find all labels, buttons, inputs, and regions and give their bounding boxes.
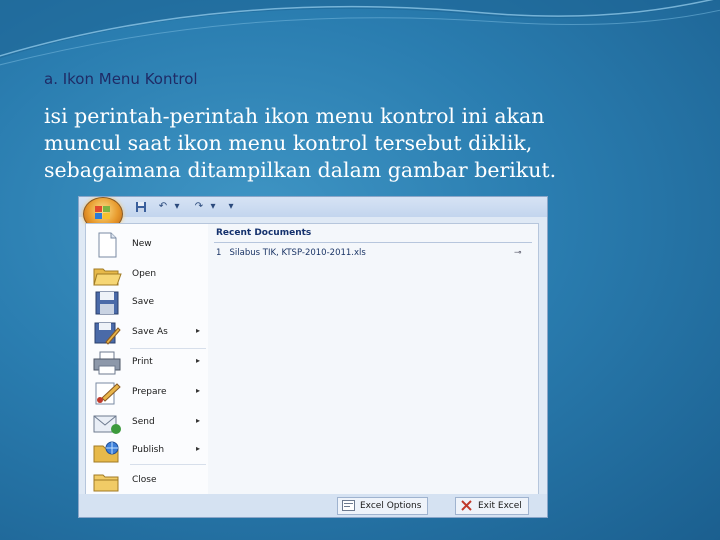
- menu-item-prepare[interactable]: Prepare ▸: [86, 378, 208, 406]
- recent-documents-heading: Recent Documents: [216, 228, 312, 238]
- office-menu-footer: Excel Options Exit Excel: [79, 494, 547, 517]
- excel-options-button[interactable]: Excel Options: [337, 497, 429, 515]
- close-icon: [461, 500, 472, 511]
- send-icon: [93, 415, 121, 434]
- chevron-down-icon[interactable]: ▾: [171, 201, 183, 213]
- recent-document-name: Silabus TIK, KTSP-2010-2011.xls: [229, 248, 366, 258]
- menu-item-save[interactable]: Save: [86, 288, 208, 316]
- pin-icon[interactable]: ⊸: [514, 248, 522, 258]
- submenu-arrow-icon: ▸: [196, 444, 201, 453]
- office-menu-commands: New Open Save Save As ▸ Print ▸ Prepare …: [85, 223, 209, 495]
- menu-item-label: New: [132, 239, 152, 249]
- menu-item-label: Prepare: [132, 387, 167, 397]
- menu-item-new[interactable]: New: [86, 230, 208, 258]
- save-as-icon: [94, 322, 121, 345]
- recent-documents-panel: Recent Documents 1 Silabus TIK, KTSP-201…: [208, 223, 539, 495]
- menu-item-label: Print: [132, 357, 153, 367]
- menu-item-open[interactable]: Open: [86, 260, 208, 288]
- menu-item-publish[interactable]: Publish ▸: [86, 436, 208, 464]
- menu-item-save-as[interactable]: Save As ▸: [86, 318, 208, 346]
- chevron-down-icon[interactable]: ▾: [207, 201, 219, 213]
- menu-item-label: Save: [132, 297, 155, 307]
- menu-item-label: Open: [132, 269, 157, 279]
- prepare-icon: [95, 382, 121, 405]
- exit-excel-label: Exit Excel: [478, 501, 522, 511]
- save-icon[interactable]: [135, 201, 147, 213]
- menu-item-print[interactable]: Print ▸: [86, 348, 208, 376]
- quick-access-toolbar: ↶ ▾ ↷ ▾ ▾: [79, 197, 547, 217]
- submenu-arrow-icon: ▸: [196, 356, 201, 365]
- customize-toolbar-icon[interactable]: ▾: [225, 201, 237, 213]
- floppy-disk-icon: [95, 291, 119, 315]
- options-icon: [342, 500, 355, 511]
- submenu-arrow-icon: ▸: [196, 416, 201, 425]
- office-logo-icon: [95, 206, 110, 219]
- menu-item-close[interactable]: Close: [86, 466, 208, 494]
- exit-excel-button[interactable]: Exit Excel: [455, 497, 529, 515]
- slide-background: a. Ikon Menu Kontrol isi perintah-perint…: [0, 0, 720, 540]
- body-line: isi perintah-perintah ikon menu kontrol …: [44, 104, 545, 128]
- open-folder-icon: [93, 268, 122, 286]
- office-menu-screenshot: ↶ ▾ ↷ ▾ ▾ New Open Save Save As ▸ Print …: [78, 196, 548, 518]
- recent-document-item[interactable]: 1 Silabus TIK, KTSP-2010-2011.xls: [216, 248, 366, 258]
- menu-item-label: Close: [132, 475, 157, 485]
- slide-body-text: isi perintah-perintah ikon menu kontrol …: [44, 103, 644, 184]
- menu-item-send[interactable]: Send ▸: [86, 408, 208, 436]
- menu-divider: [130, 464, 206, 465]
- new-document-icon: [98, 232, 117, 258]
- body-line: muncul saat ikon menu kontrol tersebut d…: [44, 131, 533, 155]
- slide-heading: a. Ikon Menu Kontrol: [44, 70, 198, 88]
- publish-icon: [93, 441, 119, 463]
- divider: [214, 242, 532, 243]
- submenu-arrow-icon: ▸: [196, 386, 201, 395]
- close-folder-icon: [93, 474, 119, 492]
- printer-icon: [93, 351, 121, 375]
- menu-item-label: Save As: [132, 327, 168, 337]
- excel-options-label: Excel Options: [360, 501, 422, 511]
- submenu-arrow-icon: ▸: [196, 326, 201, 335]
- menu-item-label: Send: [132, 417, 155, 427]
- redo-icon[interactable]: ↷: [193, 201, 205, 213]
- menu-item-label: Publish: [132, 445, 165, 455]
- undo-icon[interactable]: ↶: [157, 201, 169, 213]
- body-line: sebagaimana ditampilkan dalam gambar ber…: [44, 158, 557, 182]
- recent-document-number: 1: [216, 248, 222, 258]
